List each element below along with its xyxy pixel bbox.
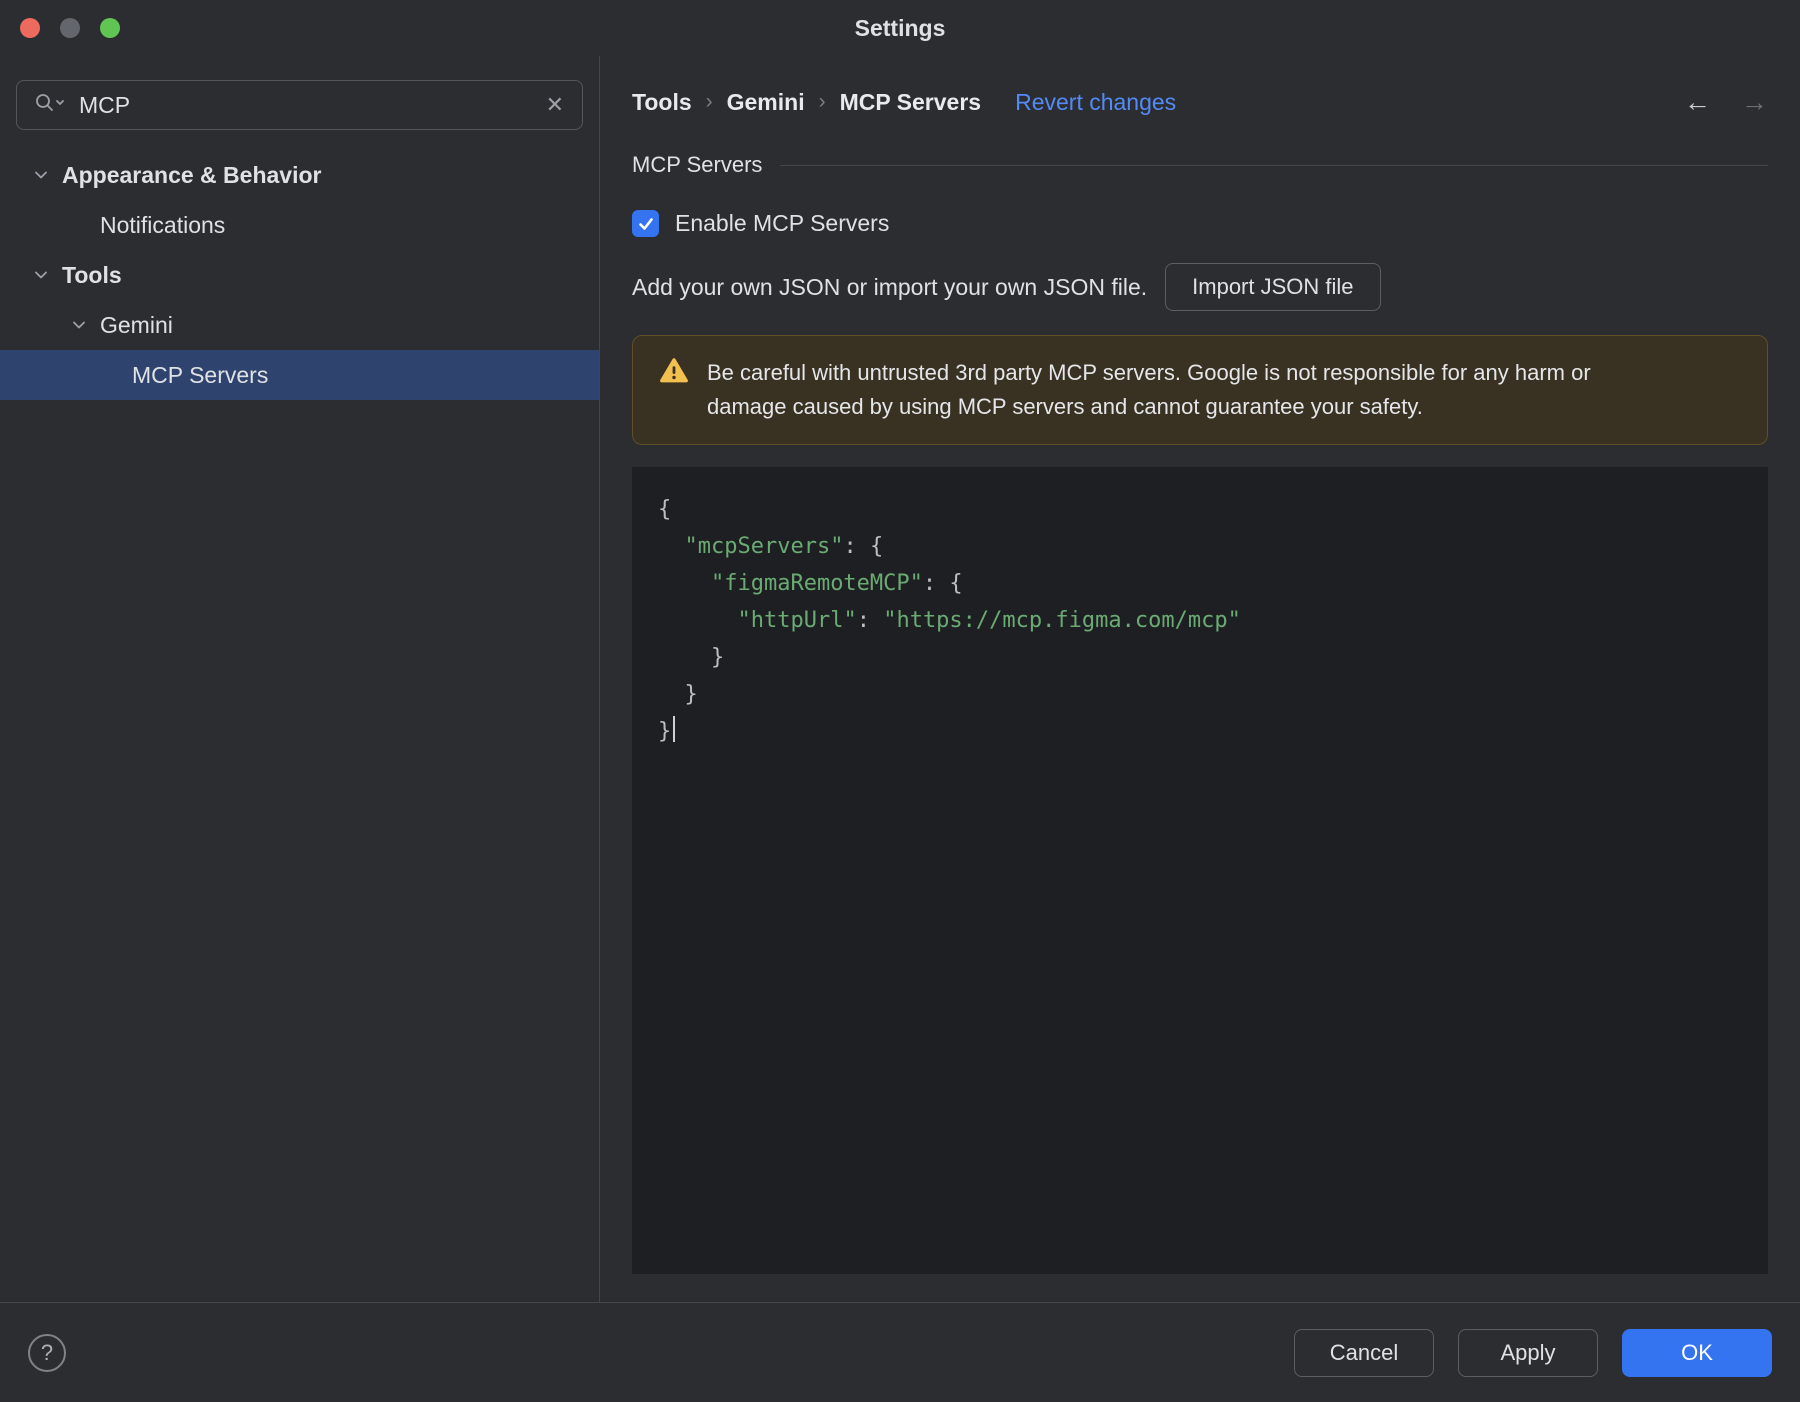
cancel-button[interactable]: Cancel — [1294, 1328, 1434, 1377]
window-title: Settings — [854, 14, 946, 41]
breadcrumb-separator: › — [818, 90, 826, 113]
sidebar-item-tools[interactable]: Tools — [0, 250, 599, 300]
footer-buttons: Cancel Apply OK — [1294, 1328, 1772, 1377]
code-line: "httpUrl": "https://mcp.figma.com/mcp" — [737, 608, 1241, 633]
breadcrumb: Tools › Gemini › MCP Servers Revert chan… — [632, 82, 1768, 122]
help-button[interactable]: ? — [28, 1333, 66, 1372]
breadcrumb-gemini[interactable]: Gemini — [727, 89, 805, 116]
breadcrumb-mcp-servers[interactable]: MCP Servers — [840, 89, 982, 116]
section-header: MCP Servers — [632, 152, 1768, 178]
zoom-window-button[interactable] — [100, 18, 120, 38]
settings-search-field[interactable]: ✕ — [16, 80, 583, 130]
sidebar-item-notifications[interactable]: Notifications — [0, 200, 599, 250]
traffic-lights — [20, 0, 120, 56]
tree-item-label: Tools — [62, 261, 122, 288]
code-editor[interactable]: { "mcpServers": { "figmaRemoteMCP": { "h… — [632, 467, 1768, 1274]
import-instruction-text: Add your own JSON or import your own JSO… — [632, 273, 1148, 300]
revert-changes-link[interactable]: Revert changes — [1015, 89, 1176, 116]
clear-search-icon[interactable]: ✕ — [542, 92, 568, 118]
text-caret — [673, 716, 676, 742]
enable-mcp-servers-checkbox-row[interactable]: Enable MCP Servers — [632, 210, 1768, 237]
code-line: } — [658, 645, 725, 670]
code-line: "figmaRemoteMCP": { — [710, 571, 963, 596]
code-line: { — [658, 497, 672, 522]
footer-bar: ? Cancel Apply OK — [0, 1302, 1800, 1402]
breadcrumb-separator: › — [705, 90, 713, 113]
section-divider — [780, 164, 1768, 166]
settings-content: Tools › Gemini › MCP Servers Revert chan… — [600, 56, 1800, 1302]
code-line: } — [658, 713, 1748, 750]
chevron-down-icon[interactable] — [68, 314, 90, 336]
tree-item-label: Appearance & Behavior — [62, 161, 322, 188]
apply-button[interactable]: Apply — [1458, 1328, 1598, 1377]
code-line: "mcpServers": { — [684, 534, 884, 559]
tree-item-label: MCP Servers — [132, 361, 269, 388]
back-arrow-icon[interactable]: ← — [1684, 87, 1711, 118]
forward-arrow-icon[interactable]: → — [1741, 87, 1768, 118]
minimize-window-button[interactable] — [60, 18, 80, 38]
breadcrumb-tools[interactable]: Tools — [632, 89, 692, 116]
code-line: } — [658, 682, 698, 707]
chevron-down-icon[interactable] — [30, 164, 52, 186]
sidebar-item-gemini[interactable]: Gemini — [0, 300, 599, 350]
tree-item-label: Notifications — [100, 211, 226, 238]
checkbox-label: Enable MCP Servers — [675, 210, 890, 236]
titlebar: Settings — [0, 0, 1800, 56]
ok-button[interactable]: OK — [1622, 1328, 1772, 1377]
import-json-file-button[interactable]: Import JSON file — [1165, 263, 1381, 311]
settings-window: Settings ✕ — [0, 0, 1800, 1402]
warning-banner: Be careful with untrusted 3rd party MCP … — [632, 335, 1768, 445]
sidebar-item-appearance-behavior[interactable]: Appearance & Behavior — [0, 150, 599, 200]
sidebar-item-mcp-servers[interactable]: MCP Servers — [0, 350, 599, 400]
settings-sidebar: ✕ Appearance & Behavior Notifications To — [0, 56, 600, 1302]
tree-item-label: Gemini — [100, 311, 173, 338]
checkbox-checked-icon[interactable] — [632, 210, 659, 237]
chevron-down-icon[interactable] — [30, 264, 52, 286]
warning-text: Be careful with untrusted 3rd party MCP … — [707, 360, 1591, 419]
import-row: Add your own JSON or import your own JSO… — [632, 263, 1768, 311]
settings-tree: Appearance & Behavior Notifications Tool… — [0, 150, 599, 400]
close-window-button[interactable] — [20, 18, 40, 38]
warning-triangle-icon — [659, 356, 689, 389]
section-title: MCP Servers — [632, 152, 763, 177]
search-input[interactable] — [79, 91, 530, 119]
search-icon[interactable] — [33, 91, 67, 120]
